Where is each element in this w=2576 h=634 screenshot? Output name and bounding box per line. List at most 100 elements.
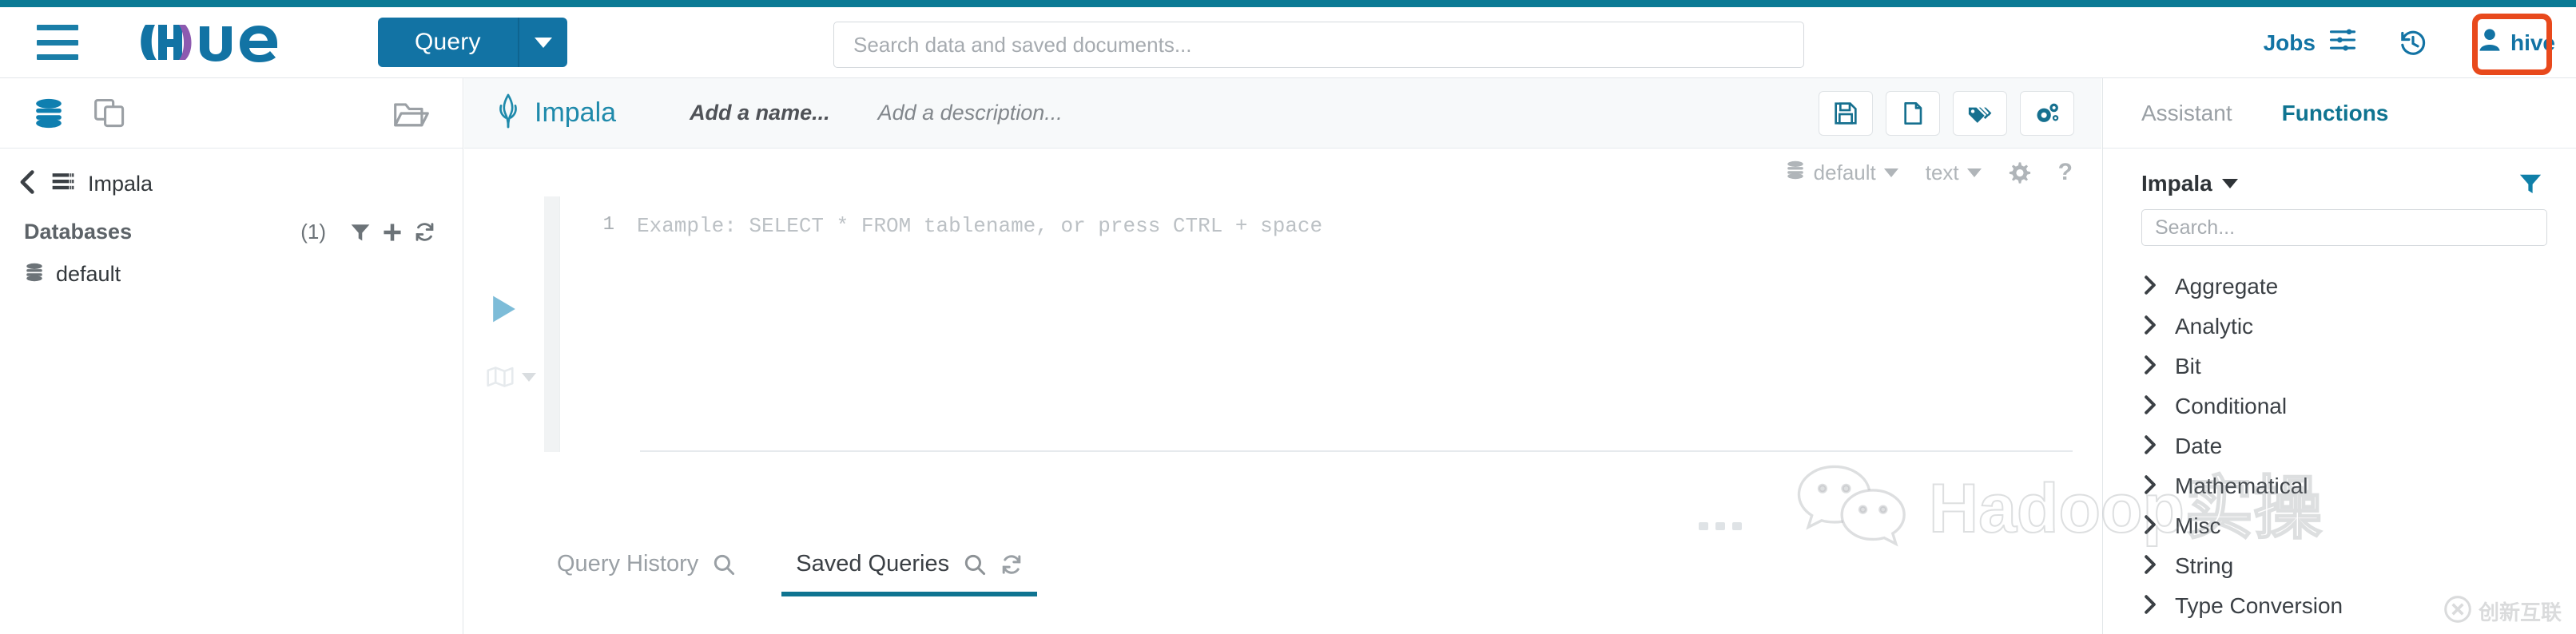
- chevron-right-icon: [2141, 275, 2159, 299]
- result-format-selector[interactable]: text: [1926, 160, 1982, 185]
- function-category-label: Aggregate: [2175, 274, 2279, 299]
- editor-subbar: default text ?: [464, 149, 2101, 196]
- databases-section-header: Databases (1): [0, 205, 463, 252]
- functions-search-input[interactable]: [2142, 210, 2546, 245]
- global-search-box[interactable]: [833, 22, 1804, 68]
- database-list-item[interactable]: default: [0, 252, 463, 287]
- hue-application-window: Query Jobs: [0, 0, 2576, 634]
- editor-line-number: 1: [602, 214, 614, 236]
- database-selector[interactable]: default: [1785, 160, 1898, 186]
- database-sources-icon[interactable]: [32, 97, 66, 130]
- editor-engine[interactable]: Impala: [496, 93, 616, 133]
- database-selector-label: default: [1813, 160, 1876, 184]
- function-category-misc[interactable]: Misc: [2103, 506, 2576, 546]
- chevron-right-icon: [2141, 355, 2159, 379]
- query-name-input[interactable]: Add a name...: [690, 101, 830, 125]
- sql-editor[interactable]: 1 Example: SELECT * FROM tablename, or p…: [560, 196, 2101, 452]
- left-sidebar: Impala Databases (1) default: [0, 78, 463, 634]
- refresh-icon[interactable]: [414, 221, 435, 243]
- editor-pane: Impala Add a name... Add a description..…: [464, 78, 2101, 634]
- folder-open-icon[interactable]: [392, 97, 431, 130]
- explain-query-button[interactable]: [487, 366, 536, 388]
- tab-functions[interactable]: Functions: [2282, 101, 2389, 126]
- editor-left-gutter: [464, 196, 544, 452]
- chevron-right-icon: [2141, 315, 2159, 339]
- databases-title: Databases: [24, 220, 133, 244]
- chevron-down-icon: [1966, 168, 1982, 177]
- chevron-right-icon: [2141, 514, 2159, 539]
- right-panel-tabs: Assistant Functions: [2103, 78, 2576, 149]
- top-accent-strip: [0, 0, 2576, 7]
- query-description-input[interactable]: Add a description...: [878, 101, 1063, 125]
- functions-source-selector[interactable]: Impala: [2103, 149, 2576, 196]
- tab-query-history-label: Query History: [557, 551, 699, 577]
- function-category-analytic[interactable]: Analytic: [2103, 307, 2576, 347]
- search-icon[interactable]: [713, 553, 735, 576]
- hue-logo[interactable]: [141, 18, 300, 66]
- chevron-right-icon: [2141, 594, 2159, 619]
- hamburger-menu-icon[interactable]: [37, 25, 78, 60]
- functions-source-label: Impala: [2141, 171, 2212, 196]
- tab-assistant[interactable]: Assistant: [2141, 101, 2232, 126]
- user-avatar-icon: [2479, 28, 2501, 57]
- header-right-cluster: Jobs hive: [2264, 7, 2576, 78]
- sidebar-icon-bar: [0, 78, 463, 149]
- user-menu-button[interactable]: hive: [2458, 17, 2576, 69]
- tab-query-history[interactable]: Query History: [557, 545, 735, 596]
- function-category-label: Analytic: [2175, 314, 2254, 339]
- query-button-group: Query: [378, 18, 567, 67]
- run-query-button[interactable]: [490, 294, 519, 328]
- jobs-button[interactable]: Jobs: [2264, 27, 2357, 58]
- editor-engine-label: Impala: [535, 97, 617, 128]
- function-category-bit[interactable]: Bit: [2103, 347, 2576, 386]
- functions-search-box[interactable]: [2141, 209, 2547, 246]
- server-icon: [51, 171, 75, 197]
- tab-saved-queries-label: Saved Queries: [796, 551, 950, 577]
- tab-saved-queries[interactable]: Saved Queries: [781, 545, 1038, 596]
- chevron-down-icon: [2221, 179, 2238, 188]
- search-icon[interactable]: [964, 553, 986, 576]
- function-category-date[interactable]: Date: [2103, 426, 2576, 466]
- function-category-type-conversion[interactable]: Type Conversion: [2103, 586, 2576, 626]
- editor-header: Impala Add a name... Add a description..…: [464, 78, 2101, 149]
- filter-icon[interactable]: [2518, 172, 2542, 196]
- query-dropdown-button[interactable]: [517, 18, 567, 67]
- filter-icon[interactable]: [350, 222, 371, 243]
- drag-grip-icon[interactable]: [1699, 522, 1742, 530]
- function-category-label: Bit: [2175, 354, 2201, 378]
- help-button[interactable]: ?: [2058, 159, 2073, 186]
- chevron-left-icon: [18, 169, 38, 199]
- result-format-label: text: [1925, 160, 1959, 184]
- editor-body: 1 Example: SELECT * FROM tablename, or p…: [464, 196, 2101, 452]
- search-input[interactable]: [834, 22, 1803, 67]
- function-category-label: String: [2175, 553, 2234, 578]
- function-category-label: Type Conversion: [2175, 593, 2343, 618]
- tags-button[interactable]: [1953, 90, 2007, 136]
- chevron-right-icon: [2141, 474, 2159, 499]
- chevron-right-icon: [2141, 394, 2159, 419]
- plus-icon[interactable]: [382, 222, 403, 243]
- function-category-string[interactable]: String: [2103, 546, 2576, 586]
- results-tabs-region: Query History Saved Queries: [464, 545, 2101, 634]
- sidebar-breadcrumb[interactable]: Impala: [0, 149, 463, 205]
- sidebar-breadcrumb-label: Impala: [88, 172, 153, 196]
- query-button[interactable]: Query: [378, 18, 518, 67]
- refresh-icon[interactable]: [1000, 553, 1023, 576]
- user-label: hive: [2510, 30, 2555, 55]
- chevron-right-icon: [2141, 434, 2159, 459]
- function-category-label: Date: [2175, 434, 2223, 458]
- function-category-mathematical[interactable]: Mathematical: [2103, 466, 2576, 506]
- history-button[interactable]: [2399, 29, 2427, 57]
- database-icon: [24, 262, 45, 287]
- documents-icon[interactable]: [93, 97, 128, 130]
- jobs-label: Jobs: [2263, 30, 2316, 55]
- editor-bottom-divider: [640, 450, 2073, 452]
- settings-button[interactable]: [2020, 90, 2074, 136]
- function-category-conditional[interactable]: Conditional: [2103, 386, 2576, 426]
- databases-count: (1): [300, 220, 326, 244]
- save-button[interactable]: [1819, 90, 1873, 136]
- chevron-down-icon: [522, 372, 536, 382]
- editor-settings-button[interactable]: [2009, 161, 2031, 184]
- function-category-aggregate[interactable]: Aggregate: [2103, 267, 2576, 307]
- new-document-button[interactable]: [1886, 90, 1940, 136]
